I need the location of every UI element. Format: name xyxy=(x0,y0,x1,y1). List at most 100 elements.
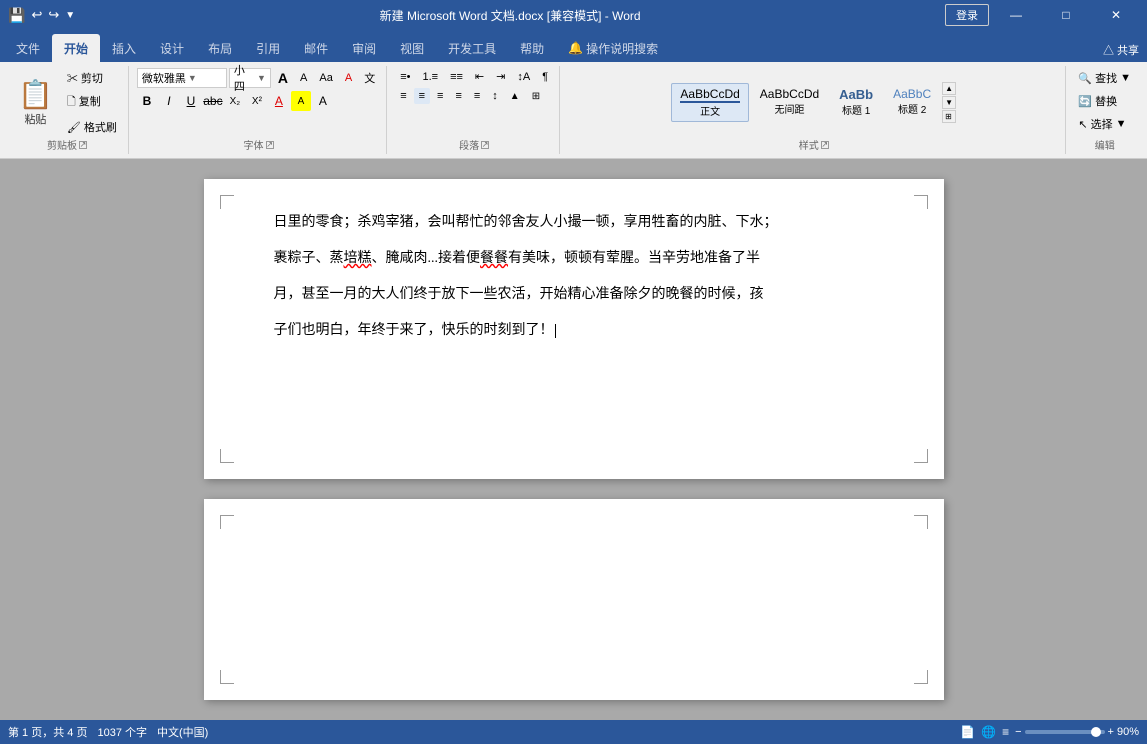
styles-expand[interactable]: ⊞ xyxy=(942,110,956,123)
align-right-button[interactable]: ≡ xyxy=(432,88,448,104)
tab-home[interactable]: 开始 xyxy=(52,34,100,62)
distributed-button[interactable]: ≡ xyxy=(469,88,485,104)
save-icon[interactable]: 💾 xyxy=(8,7,25,24)
sort-button[interactable]: ↕A xyxy=(512,69,535,85)
page-2 xyxy=(204,499,944,700)
quick-access-toolbar: 💾 ↩ ↪ ▼ xyxy=(8,7,75,24)
redo-icon[interactable]: ↪ xyxy=(48,7,59,23)
tab-mailings[interactable]: 邮件 xyxy=(292,34,340,62)
page2-corner-br xyxy=(914,670,928,684)
view-web-icon[interactable]: 🌐 xyxy=(981,725,996,739)
underline-button[interactable]: U xyxy=(181,91,201,111)
language-text: 中文(中国) xyxy=(157,727,208,739)
style-h2[interactable]: AaBbC 标题 2 xyxy=(884,83,940,122)
superscript-button[interactable]: X² xyxy=(247,91,267,111)
italic-button[interactable]: I xyxy=(159,91,179,111)
cut-button[interactable]: ✂ 剪切 xyxy=(62,68,122,88)
minimize-button[interactable]: — xyxy=(993,0,1039,30)
zoom-controls: − + 90% xyxy=(1015,726,1139,738)
increase-indent-button[interactable]: ⇥ xyxy=(491,68,510,85)
page-1-content[interactable]: 日里的零食；杀鸡宰猪，会叫帮忙的邻舍友人小撮一顿，享用牲畜的内脏、下水； 裹粽子… xyxy=(274,209,874,345)
font-name-dropdown[interactable]: ▼ xyxy=(188,73,197,83)
font-case-button[interactable]: Aa xyxy=(314,70,337,86)
style-h1[interactable]: AaBb 标题 1 xyxy=(830,83,882,122)
replace-button[interactable]: 🔄 替换 xyxy=(1074,91,1135,111)
font-color-button[interactable]: A xyxy=(269,91,289,111)
format-buttons-row: B I U abc X₂ X² A A A xyxy=(137,91,380,111)
editing-group: 🔍 查找▼ 🔄 替换 ↖ 选择▼ 编辑 xyxy=(1068,66,1141,154)
zoom-level: 90% xyxy=(1117,726,1139,738)
zoom-thumb xyxy=(1091,727,1101,737)
format-painter-button[interactable]: 🖌 格式刷 xyxy=(62,117,122,137)
strikethrough-button[interactable]: abc xyxy=(203,91,223,111)
multilevel-button[interactable]: ≡≡ xyxy=(445,69,468,85)
font-grow-button[interactable]: A xyxy=(273,68,293,88)
tab-design[interactable]: 设计 xyxy=(148,34,196,62)
maximize-button[interactable]: □ xyxy=(1043,0,1089,30)
customize-icon[interactable]: ▼ xyxy=(65,10,75,21)
style-normal[interactable]: AaBbCcDd 正文 xyxy=(671,83,748,122)
styles-scroll: ▲ ▼ ⊞ xyxy=(942,82,956,123)
style-nospace[interactable]: AaBbCcDd 无间距 xyxy=(751,83,828,122)
font-size-dropdown[interactable]: ▼ xyxy=(257,73,266,83)
close-button[interactable]: ✕ xyxy=(1093,0,1139,30)
ribbon-toolbar: 📋 粘贴 ✂ 剪切 🗋 复制 🖌 格式刷 剪贴板 ↗ 微软雅黑 ▼ 小四 xyxy=(0,62,1147,159)
view-normal-icon[interactable]: 📄 xyxy=(960,725,975,739)
undo-icon[interactable]: ↩ xyxy=(31,7,42,23)
borders-button[interactable]: ⊞ xyxy=(527,89,545,104)
ribbon-right: △ 共享 xyxy=(1103,42,1147,62)
copy-button[interactable]: 🗋 复制 xyxy=(62,91,122,114)
zoom-minus-button[interactable]: − xyxy=(1015,726,1021,738)
tab-insert[interactable]: 插入 xyxy=(100,34,148,62)
show-para-button[interactable]: ¶ xyxy=(537,69,553,85)
page-2-content[interactable] xyxy=(274,529,874,679)
styles-scroll-down[interactable]: ▼ xyxy=(942,96,956,109)
editing-group-label: 编辑 xyxy=(1074,137,1135,152)
tab-search[interactable]: 🔔 操作说明搜索 xyxy=(556,34,670,62)
font-name-field[interactable]: 微软雅黑 ▼ xyxy=(137,68,227,88)
clipboard-dialog-launcher[interactable]: ↗ xyxy=(79,141,87,149)
styles-scroll-up[interactable]: ▲ xyxy=(942,82,956,95)
zoom-plus-button[interactable]: + xyxy=(1108,726,1114,738)
share-button[interactable]: △ 共享 xyxy=(1103,42,1139,58)
select-icon: ↖ xyxy=(1078,118,1087,131)
text-effect-button[interactable]: A xyxy=(313,91,333,111)
view-outline-icon[interactable]: ≡ xyxy=(1002,725,1009,739)
tab-layout[interactable]: 布局 xyxy=(196,34,244,62)
bold-button[interactable]: B xyxy=(137,91,157,111)
tab-file[interactable]: 文件 xyxy=(4,34,52,62)
line-spacing-button[interactable]: ↕ xyxy=(487,88,503,104)
paste-button[interactable]: 📋 粘贴 xyxy=(12,74,59,131)
paragraph-dialog-launcher[interactable]: ↗ xyxy=(481,141,489,149)
font-size-field[interactable]: 小四 ▼ xyxy=(229,68,271,88)
bullets-button[interactable]: ≡• xyxy=(395,69,415,85)
paragraph-controls: ≡• 1.≡ ≡≡ ⇤ ⇥ ↕A ¶ ≡ ≡ ≡ ≡ ≡ ↕ ▲ ⊞ xyxy=(395,68,553,104)
highlight-button[interactable]: A xyxy=(291,91,311,111)
zoom-slider[interactable] xyxy=(1025,730,1105,734)
styles-dialog-launcher[interactable]: ↗ xyxy=(821,141,829,149)
tab-references[interactable]: 引用 xyxy=(244,34,292,62)
clear-format-button[interactable]: A xyxy=(340,70,357,86)
login-button[interactable]: 登录 xyxy=(945,4,989,26)
subscript-button[interactable]: X₂ xyxy=(225,91,245,111)
find-button[interactable]: 🔍 查找▼ xyxy=(1074,68,1135,88)
decrease-indent-button[interactable]: ⇤ xyxy=(470,68,489,85)
tab-view[interactable]: 视图 xyxy=(388,34,436,62)
tab-review[interactable]: 审阅 xyxy=(340,34,388,62)
numbering-button[interactable]: 1.≡ xyxy=(417,69,443,85)
clipboard-sub: ✂ 剪切 🗋 复制 🖌 格式刷 xyxy=(62,68,122,137)
paragraph-row1: ≡• 1.≡ ≡≡ ⇤ ⇥ ↕A ¶ xyxy=(395,68,553,85)
font-dialog-launcher[interactable]: ↗ xyxy=(266,141,274,149)
align-left-button[interactable]: ≡ xyxy=(395,88,411,104)
document-area[interactable]: 日里的零食；杀鸡宰猪，会叫帮忙的邻舍友人小撮一顿，享用牲畜的内脏、下水； 裹粽子… xyxy=(0,159,1147,720)
select-button[interactable]: ↖ 选择▼ xyxy=(1074,114,1135,134)
align-center-button[interactable]: ≡ xyxy=(414,88,430,104)
paragraph-2: 裹粽子、蒸培糕、腌咸肉...接着便餐餐有美味，顿顿有荤腥。当辛劳地准备了半 xyxy=(274,245,874,273)
phonetic-guide-button[interactable]: 文 xyxy=(359,68,380,88)
tab-help[interactable]: 帮助 xyxy=(508,34,556,62)
word-count: 1037 个字 xyxy=(97,724,147,740)
tab-developer[interactable]: 开发工具 xyxy=(436,34,508,62)
shading-button[interactable]: ▲ xyxy=(505,89,525,104)
font-shrink-button[interactable]: A xyxy=(295,70,312,86)
justify-button[interactable]: ≡ xyxy=(450,88,466,104)
